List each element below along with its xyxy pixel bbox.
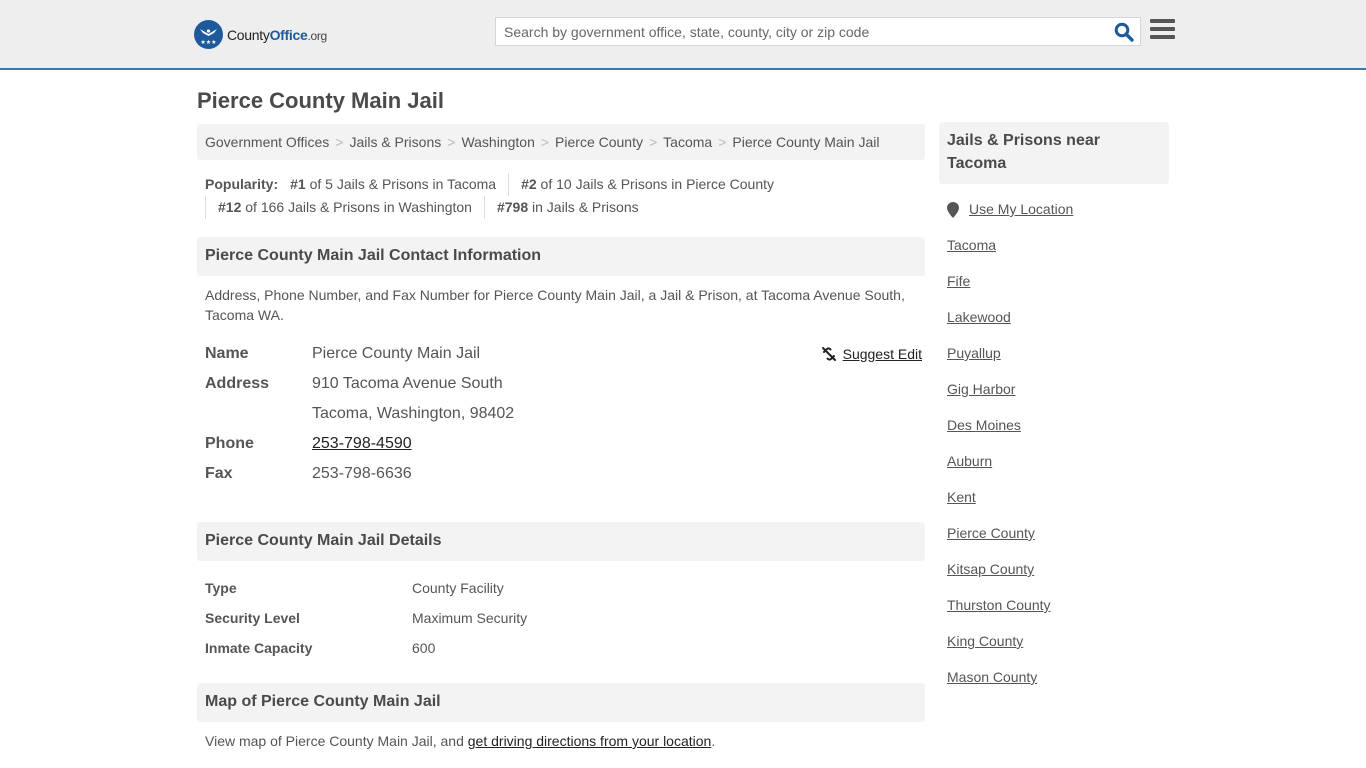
- breadcrumb-separator: >: [648, 134, 658, 150]
- name-label: Name: [205, 345, 249, 362]
- suggest-edit-link[interactable]: Suggest Edit: [843, 346, 922, 362]
- sidebar-link-gig-harbor[interactable]: Gig Harbor: [947, 381, 1015, 397]
- details-row: Security Level Maximum Security: [205, 610, 528, 626]
- suggest-edit[interactable]: Suggest Edit: [821, 339, 922, 369]
- breadcrumb-separator: >: [447, 134, 456, 150]
- fax-row: Fax 253-798-6636: [205, 459, 925, 489]
- sidebar-heading: Jails & Prisons near Tacoma: [939, 122, 1169, 184]
- map-description: View map of Pierce County Main Jail, and…: [205, 733, 716, 749]
- fax-value: 253-798-6636: [312, 465, 412, 482]
- popularity: Popularity: #1 of 5 Jails & Prisons in T…: [197, 173, 925, 219]
- contact-info: Suggest Edit Name Pierce County Main Jail…: [197, 339, 925, 489]
- breadcrumb-separator: >: [540, 134, 550, 150]
- phone-link[interactable]: 253-798-4590: [312, 435, 412, 452]
- site-logo[interactable]: ★★★ CountyOffice.org: [194, 20, 327, 49]
- breadcrumb-current: Pierce County Main Jail: [732, 134, 880, 150]
- details-table: Type County Facility Security Level Maximu…: [197, 573, 925, 663]
- sidebar-link-king-county[interactable]: King County: [947, 633, 1023, 649]
- popularity-rank: #1 of 5 Jails & Prisons in Tacoma: [290, 176, 497, 192]
- details-heading: Pierce County Main Jail Details: [197, 522, 925, 561]
- phone-row: Phone 253-798-4590: [205, 429, 925, 459]
- details-row: Inmate Capacity 600: [205, 640, 436, 656]
- use-my-location-link[interactable]: Use My Location: [969, 201, 1073, 217]
- sidebar-link-kent[interactable]: Kent: [947, 489, 976, 505]
- address-line2: Tacoma, Washington, 98402: [312, 405, 515, 422]
- popularity-rank: #12 of 166 Jails & Prisons in Washington: [205, 196, 484, 219]
- logo-text: CountyOffice.org: [227, 26, 327, 43]
- svg-text:★★★: ★★★: [200, 39, 216, 46]
- search-input[interactable]: [496, 18, 1096, 45]
- name-row: Name Pierce County Main Jail: [205, 339, 925, 369]
- breadcrumb-pierce-county[interactable]: Pierce County: [555, 134, 643, 150]
- sidebar-link-tacoma[interactable]: Tacoma: [947, 237, 996, 253]
- breadcrumb-separator: >: [718, 134, 727, 150]
- contact-description: Address, Phone Number, and Fax Number fo…: [205, 287, 905, 323]
- name-value: Pierce County Main Jail: [312, 345, 481, 362]
- sidebar-link-mason-county[interactable]: Mason County: [947, 669, 1037, 685]
- sidebar-link-pierce-county[interactable]: Pierce County: [947, 525, 1035, 541]
- popularity-rank: #798 in Jails & Prisons: [483, 196, 651, 219]
- page-title: Pierce County Main Jail: [197, 88, 444, 113]
- sidebar-list: Use My Location Tacoma Fife Lakewood Puy…: [939, 201, 1169, 705]
- sidebar-link-lakewood[interactable]: Lakewood: [947, 309, 1011, 325]
- top-bar: ★★★ CountyOffice.org: [0, 0, 1366, 70]
- search-box: [495, 17, 1141, 46]
- driving-directions-link[interactable]: get driving directions from your locatio…: [468, 733, 712, 749]
- sidebar-link-kitsap-county[interactable]: Kitsap County: [947, 561, 1034, 577]
- logo-eagle-icon: ★★★: [194, 20, 223, 49]
- address-line1: 910 Tacoma Avenue South: [312, 375, 503, 392]
- address-row: Address 910 Tacoma Avenue South: [205, 369, 925, 399]
- popularity-rank: #2 of 10 Jails & Prisons in Pierce Count…: [508, 173, 786, 196]
- fax-label: Fax: [205, 465, 233, 482]
- breadcrumb: Government Offices > Jails & Prisons > Washi…: [197, 124, 925, 160]
- map-marker-icon: [947, 202, 959, 218]
- sidebar: Jails & Prisons near Tacoma Use My Locat…: [939, 122, 1169, 705]
- sidebar-link-puyallup[interactable]: Puyallup: [947, 345, 1001, 361]
- breadcrumb-separator: >: [335, 134, 344, 150]
- popularity-label: Popularity:: [205, 176, 279, 192]
- sidebar-link-auburn[interactable]: Auburn: [947, 453, 992, 469]
- sidebar-link-fife[interactable]: Fife: [947, 273, 970, 289]
- breadcrumb-jails-prisons[interactable]: Jails & Prisons: [349, 134, 441, 150]
- breadcrumb-washington[interactable]: Washington: [461, 134, 534, 150]
- address-row-2: Tacoma, Washington, 98402: [205, 399, 925, 429]
- main-content: Government Offices > Jails & Prisons > Washi…: [197, 124, 925, 751]
- sidebar-link-des-moines[interactable]: Des Moines: [947, 417, 1021, 433]
- sidebar-link-thurston-county[interactable]: Thurston County: [947, 597, 1051, 613]
- address-label: Address: [205, 375, 270, 392]
- broken-link-icon: [821, 347, 836, 361]
- hamburger-menu-icon[interactable]: [1150, 19, 1175, 41]
- breadcrumb-tacoma[interactable]: Tacoma: [663, 134, 712, 150]
- search-button[interactable]: [1114, 22, 1134, 42]
- phone-label: Phone: [205, 435, 254, 452]
- breadcrumb-government-offices[interactable]: Government Offices: [205, 134, 329, 150]
- search-icon: [1114, 22, 1134, 42]
- details-row: Type County Facility: [205, 580, 504, 596]
- use-my-location[interactable]: Use My Location: [947, 201, 1169, 237]
- contact-heading: Pierce County Main Jail Contact Informat…: [197, 237, 925, 276]
- map-heading: Map of Pierce County Main Jail: [197, 683, 925, 722]
